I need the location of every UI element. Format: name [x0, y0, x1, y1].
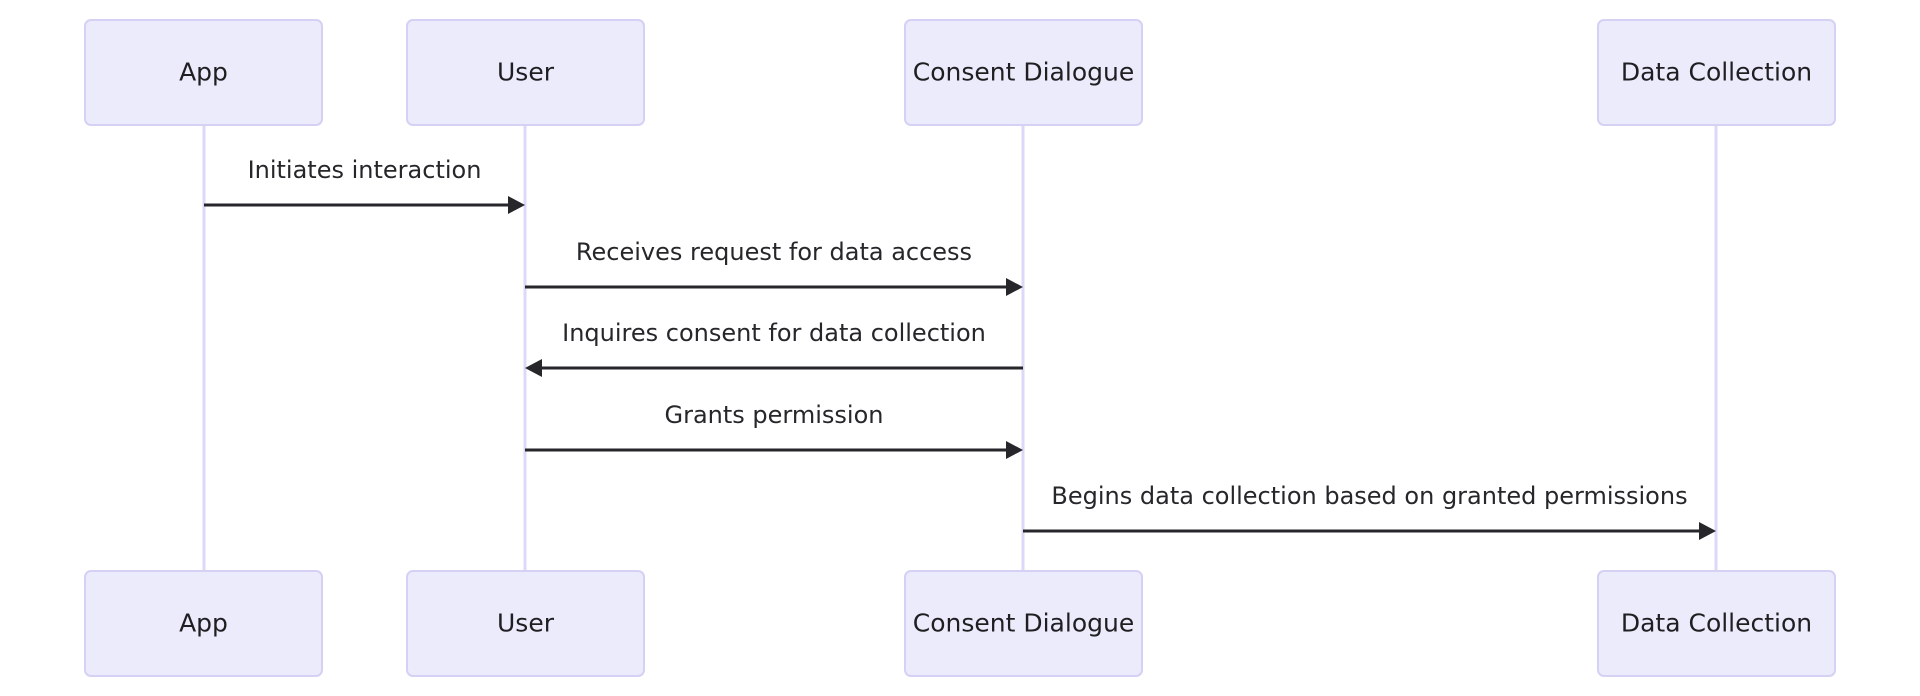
message-label-5: Begins data collection based on granted …: [1051, 482, 1687, 510]
message-label-2: Receives request for data access: [576, 238, 972, 266]
message-arrowhead-3: [525, 359, 542, 377]
message-1[interactable]: Initiates interaction: [204, 156, 525, 214]
participant-label-consent_dialogue: Consent Dialogue: [913, 609, 1134, 638]
participant-label-data_collection: Data Collection: [1621, 609, 1812, 638]
message-3[interactable]: Inquires consent for data collection: [525, 319, 1023, 377]
participant-header-user[interactable]: User: [406, 19, 645, 126]
message-arrowhead-4: [1006, 441, 1023, 459]
header-participants-layer: App User Consent Dialogue Data Collection: [84, 19, 1836, 126]
message-label-3: Inquires consent for data collection: [562, 319, 986, 347]
participant-header-consent_dialogue[interactable]: Consent Dialogue: [904, 19, 1143, 126]
sequence-diagram-svg: Initiates interaction Receives request fo…: [84, 19, 1836, 677]
message-5[interactable]: Begins data collection based on granted …: [1023, 482, 1716, 540]
participant-label-data_collection: Data Collection: [1621, 58, 1812, 87]
message-arrowhead-2: [1006, 278, 1023, 296]
message-arrowhead-5: [1699, 522, 1716, 540]
participant-header-data_collection[interactable]: Data Collection: [1597, 19, 1836, 126]
messages-layer: Initiates interaction Receives request fo…: [204, 156, 1716, 540]
participant-label-app: App: [179, 609, 228, 638]
participant-footer-data_collection[interactable]: Data Collection: [1597, 570, 1836, 677]
participant-label-consent_dialogue: Consent Dialogue: [913, 58, 1134, 87]
message-2[interactable]: Receives request for data access: [525, 238, 1023, 296]
sequence-diagram-canvas: Initiates interaction Receives request fo…: [0, 0, 1920, 696]
participant-label-user: User: [497, 609, 555, 638]
footer-participants-layer: App User Consent Dialogue Data Collection: [84, 570, 1836, 677]
message-label-4: Grants permission: [665, 401, 884, 429]
message-label-1: Initiates interaction: [248, 156, 482, 184]
participant-footer-app[interactable]: App: [84, 570, 323, 677]
participant-label-app: App: [179, 58, 228, 87]
message-arrowhead-1: [508, 196, 525, 214]
participant-footer-consent_dialogue[interactable]: Consent Dialogue: [904, 570, 1143, 677]
participant-label-user: User: [497, 58, 555, 87]
participant-header-app[interactable]: App: [84, 19, 323, 126]
message-4[interactable]: Grants permission: [525, 401, 1023, 459]
participant-footer-user[interactable]: User: [406, 570, 645, 677]
